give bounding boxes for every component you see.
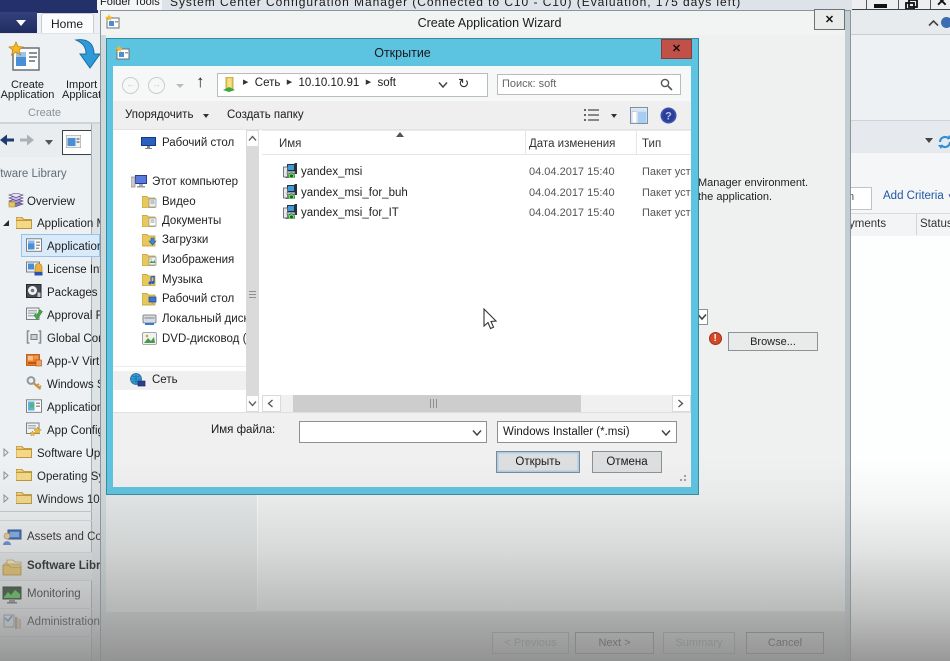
svg-text:?: ? <box>665 111 672 123</box>
